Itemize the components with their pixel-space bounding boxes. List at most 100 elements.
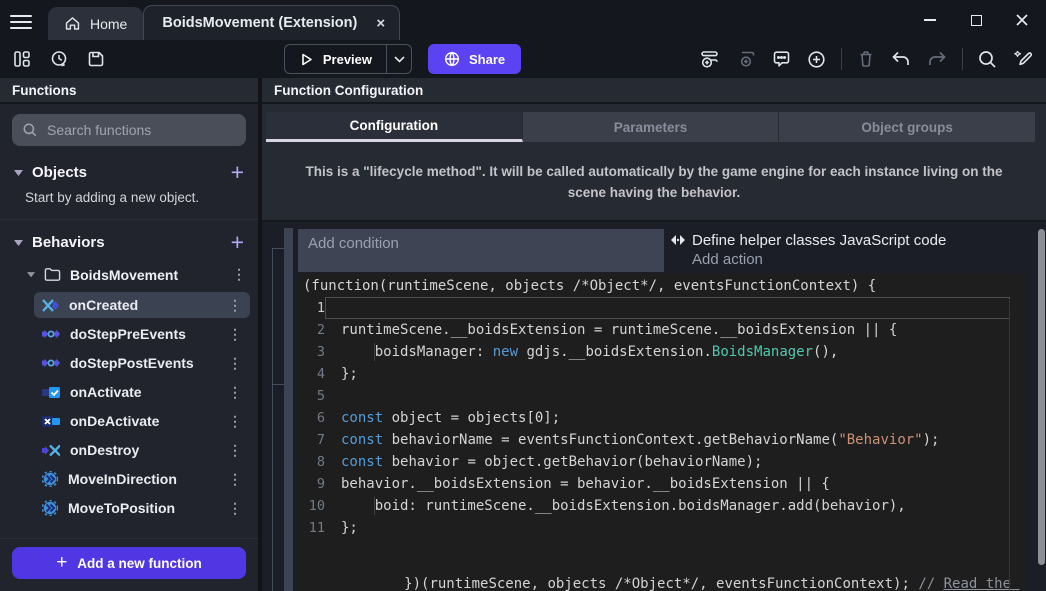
search-icon — [22, 122, 38, 138]
code-line-6[interactable]: 6const object = objects[0]; — [298, 407, 1025, 429]
tab-object-groups[interactable]: Object groups — [779, 112, 1035, 142]
toolbar-right — [699, 48, 1034, 70]
maximize-icon[interactable] — [968, 12, 984, 28]
js-code-icon — [670, 234, 686, 246]
add-function-button[interactable]: + Add a new function — [12, 547, 246, 579]
code-line-10[interactable]: 10 boid: runtimeScene.__boidsExtension.b… — [298, 495, 1025, 517]
behaviors-section-header[interactable]: Behaviors + — [0, 222, 258, 260]
redo-icon[interactable] — [926, 49, 948, 69]
code-text — [325, 297, 1010, 319]
objects-section-title: Objects — [32, 164, 231, 181]
preview-label: Preview — [323, 52, 372, 67]
tab-configuration[interactable]: Configuration — [266, 112, 523, 142]
preview-dropdown-icon[interactable] — [386, 45, 411, 73]
search-icon[interactable] — [977, 49, 998, 70]
code-footer-line: })(runtimeScene, objects /*Object*/, eve… — [298, 551, 1025, 591]
event-bracket — [272, 248, 273, 591]
save-icon[interactable] — [86, 49, 106, 69]
share-label: Share — [469, 52, 505, 67]
code-text: const behavior = object.getBehavior(beha… — [325, 451, 1010, 473]
function-item-oncreated[interactable]: onCreated⋮ — [34, 292, 250, 318]
toolbar-center: Preview Share — [284, 44, 521, 74]
add-object-icon[interactable]: + — [231, 161, 244, 184]
item-menu-icon[interactable]: ⋮ — [228, 413, 242, 430]
share-button[interactable]: Share — [428, 44, 521, 74]
code-text — [325, 385, 1010, 407]
line-number: 3 — [298, 341, 325, 363]
editor-ruler — [1009, 299, 1010, 591]
line-number: 6 — [298, 407, 325, 429]
js-event-title[interactable]: Define helper classes JavaScript code — [670, 229, 1035, 250]
close-window-icon[interactable] — [1014, 12, 1030, 28]
search-functions-box[interactable] — [12, 114, 246, 146]
add-other-event-icon[interactable] — [806, 49, 827, 70]
function-item-dosteppreevents[interactable]: doStepPreEvents⋮ — [34, 321, 250, 347]
event-header-row: Add condition Define helper classes Java… — [298, 229, 1035, 272]
item-menu-icon[interactable]: ⋮ — [228, 355, 242, 372]
code-line-2[interactable]: 2runtimeScene.__boidsExtension = runtime… — [298, 319, 1025, 341]
code-line-5[interactable]: 5 — [298, 385, 1025, 407]
minimize-icon[interactable] — [922, 12, 938, 28]
code-line-9[interactable]: 9behavior.__boidsExtension = behavior.__… — [298, 473, 1025, 495]
code-line-7[interactable]: 7const behaviorName = eventsFunctionCont… — [298, 429, 1025, 451]
gear-icon — [42, 471, 58, 487]
configuration-tabs: Configuration Parameters Object groups — [266, 112, 1035, 142]
code-line-11[interactable]: 11}; — [298, 517, 1025, 539]
code-text: boidsManager: new gdjs.__boidsExtension.… — [325, 341, 1010, 363]
vertical-scrollbar[interactable] — [1038, 229, 1045, 565]
code-editor[interactable]: (function(runtimeScene, objects /*Object… — [298, 273, 1025, 591]
project-manager-icon[interactable] — [12, 49, 32, 69]
tab-home[interactable]: Home — [48, 7, 143, 40]
chevron-down-icon[interactable] — [14, 170, 23, 176]
add-event-icon[interactable] — [699, 48, 721, 70]
item-menu-icon[interactable]: ⋮ — [228, 297, 242, 314]
code-line-4[interactable]: 4}; — [298, 363, 1025, 385]
item-menu-icon[interactable]: ⋮ — [228, 384, 242, 401]
add-condition-cell[interactable]: Add condition — [298, 229, 664, 272]
function-item-label: onDeActivate — [70, 413, 159, 429]
item-menu-icon[interactable]: ⋮ — [232, 266, 246, 283]
add-subevent-icon[interactable] — [735, 48, 757, 70]
function-item-onactivate[interactable]: onActivate⋮ — [34, 379, 250, 405]
item-menu-icon[interactable]: ⋮ — [228, 471, 242, 488]
code-text: behavior.__boidsExtension = behavior.__b… — [325, 473, 1010, 495]
menu-icon[interactable] — [10, 11, 32, 33]
preview-button[interactable]: Preview — [284, 44, 412, 74]
chevron-down-icon[interactable] — [14, 240, 23, 246]
add-function-label: Add a new function — [77, 556, 202, 571]
behaviors-section-title: Behaviors — [32, 234, 231, 251]
code-line-1[interactable]: 1 — [298, 297, 1025, 319]
indent-guide — [374, 343, 375, 361]
event-drag-handle[interactable] — [284, 228, 293, 591]
function-item-ondeactivate[interactable]: onDeActivate ⋮ — [34, 408, 250, 434]
tab-extension[interactable]: BoidsMovement (Extension) × — [143, 5, 400, 40]
code-line-8[interactable]: 8const behavior = object.getBehavior(beh… — [298, 451, 1025, 473]
content: Functions Objects + Start by adding a ne… — [0, 78, 1046, 591]
behavior-group-boidsmovement[interactable]: BoidsMovement ⋮ — [0, 260, 258, 289]
step-icon — [42, 357, 60, 369]
item-menu-icon[interactable]: ⋮ — [228, 326, 242, 343]
objects-section-header[interactable]: Objects + — [0, 152, 258, 190]
item-menu-icon[interactable]: ⋮ — [228, 500, 242, 517]
trash-icon[interactable] — [856, 49, 876, 69]
item-menu-icon[interactable]: ⋮ — [228, 442, 242, 459]
window-tabs: Home BoidsMovement (Extension) × — [48, 0, 400, 40]
function-item-dosteppostevents[interactable]: doStepPostEvents⋮ — [34, 350, 250, 376]
history-icon[interactable] — [49, 49, 69, 69]
add-comment-icon[interactable] — [771, 49, 792, 70]
code-header-line: (function(runtimeScene, objects /*Object… — [298, 275, 1025, 297]
function-item-ondestroy[interactable]: onDestroy⋮ — [34, 437, 250, 463]
chevron-down-icon[interactable] — [27, 272, 35, 278]
created-icon — [42, 298, 59, 313]
code-comment-prefix: // — [918, 576, 943, 591]
function-item-moveindirection[interactable]: MoveInDirection⋮ — [34, 466, 250, 492]
add-behavior-icon[interactable]: + — [231, 231, 244, 254]
code-line-3[interactable]: 3 boidsManager: new gdjs.__boidsExtensio… — [298, 341, 1025, 363]
undo-icon[interactable] — [890, 49, 912, 69]
search-functions-input[interactable] — [47, 122, 236, 138]
tab-parameters[interactable]: Parameters — [523, 112, 780, 142]
magic-pen-icon[interactable] — [1012, 48, 1034, 70]
close-tab-icon[interactable]: × — [376, 16, 385, 31]
function-item-movetoposition[interactable]: MoveToPosition⋮ — [34, 495, 250, 521]
add-action-cell[interactable]: Add action — [670, 250, 1035, 268]
